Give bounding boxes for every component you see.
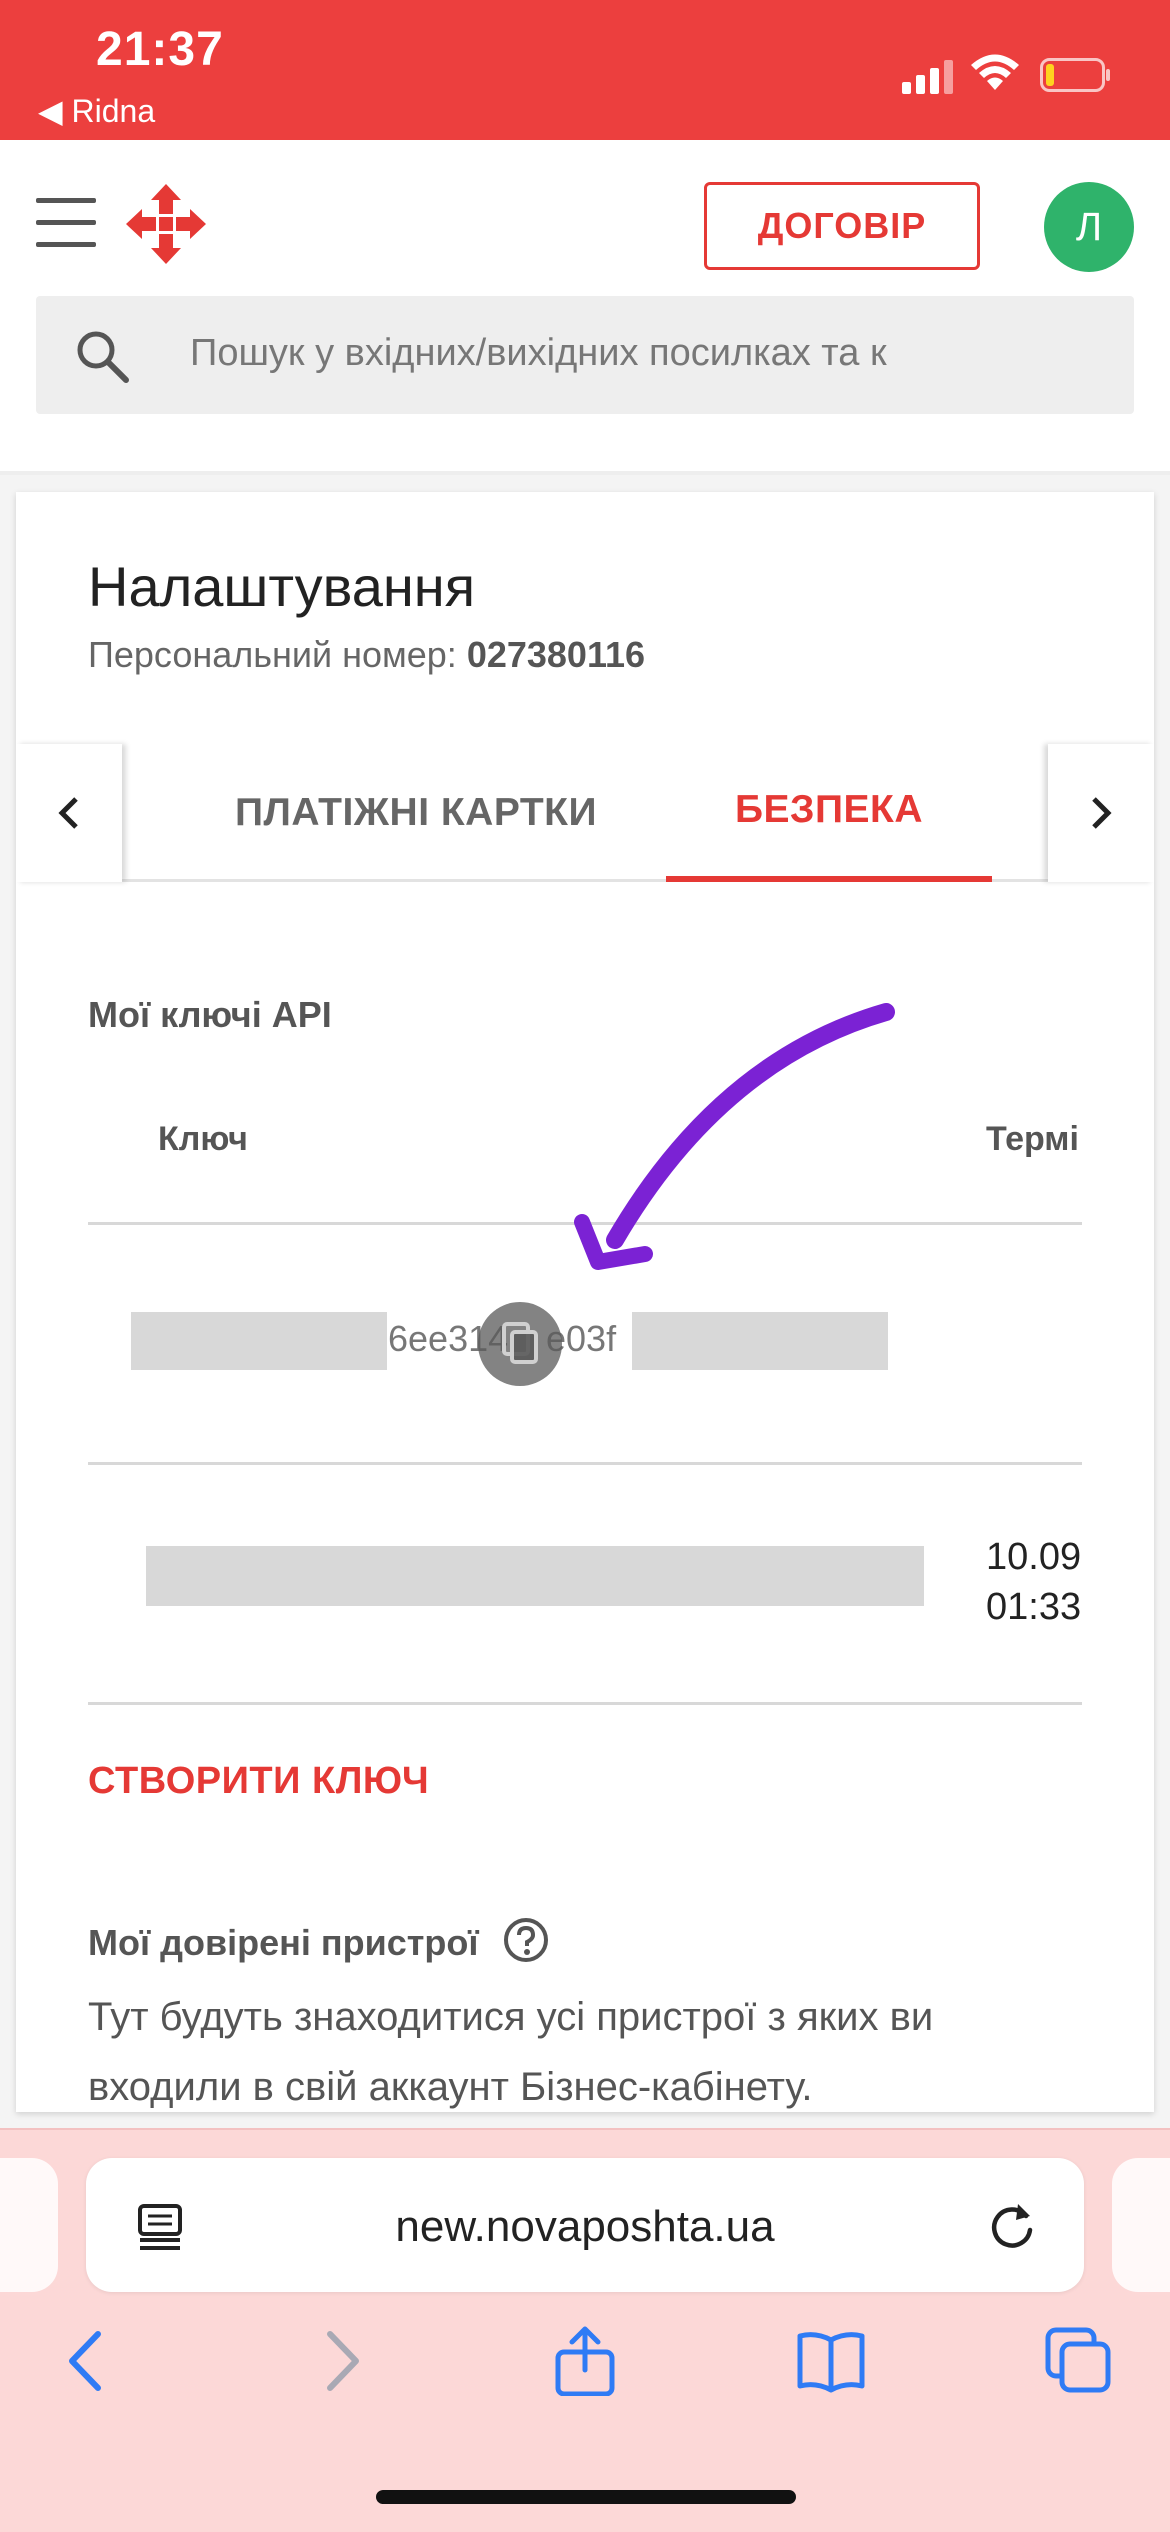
address-bar[interactable]: new.novaposhta.ua — [86, 2158, 1084, 2292]
avatar[interactable]: Л — [1044, 182, 1134, 272]
column-header-term: Термі — [986, 1120, 1079, 1158]
create-key-button[interactable]: СТВОРИТИ КЛЮЧ — [88, 1760, 429, 1803]
wifi-icon — [971, 54, 1019, 90]
personal-number: Персональний номер: 027380116 — [88, 634, 645, 676]
trusted-devices-heading: Мої довірені пристрої — [88, 1922, 479, 1963]
masked-key-right — [632, 1312, 888, 1370]
chevron-right-icon — [1092, 797, 1112, 829]
divider — [88, 1462, 1082, 1465]
trusted-devices-description: Тут будуть знаходитися усі пристрої з як… — [88, 1995, 934, 2109]
chevron-left-icon — [58, 797, 78, 829]
previous-tab-preview[interactable] — [0, 2158, 58, 2292]
key-term-date-line2: 01:33 — [986, 1586, 1082, 1628]
status-time: 21:37 — [96, 23, 224, 76]
contract-button[interactable]: ДОГОВІР — [704, 182, 980, 270]
key-term-date-line1: 10.09 — [986, 1536, 1082, 1578]
menu-icon[interactable] — [36, 198, 96, 248]
status-bar: 21:37 ◀ Ridna — [0, 0, 1170, 140]
search-input[interactable]: Пошук у вхідних/вихідних посилках та к — [190, 332, 1090, 375]
back-to-app-link[interactable]: ◀ Ridna — [38, 92, 155, 130]
column-header-key: Ключ — [158, 1120, 248, 1158]
personal-number-value: 027380116 — [466, 634, 646, 675]
key-term-date: 10.09 01:33 — [986, 1532, 1082, 1632]
copy-key-button[interactable] — [478, 1302, 562, 1386]
app-header: ДОГОВІР Л Пошук у вхідних/вихідних посил… — [0, 140, 1170, 475]
bookmarks-icon[interactable] — [796, 2326, 866, 2396]
tab-security[interactable]: БЕЗПЕКА — [666, 744, 992, 882]
tabs-scroll-right-button[interactable] — [1048, 744, 1154, 882]
api-keys-heading: Мої ключі API — [88, 994, 332, 1035]
home-indicator[interactable] — [376, 2490, 796, 2504]
browser-toolbar: new.novaposhta.ua — [0, 2128, 1170, 2532]
annotation-arrow-icon — [574, 1003, 895, 1270]
search-bar[interactable]: Пошук у вхідних/вихідних посилках та к — [36, 296, 1134, 414]
tabs-scroll-left-button[interactable] — [16, 744, 122, 882]
masked-key — [146, 1546, 924, 1606]
divider — [88, 1702, 1082, 1705]
screen: 21:37 ◀ Ridna ДОГОВІР Л Пошук у вхідних/… — [0, 0, 1170, 2532]
settings-tabs: ПЛАТІЖНІ КАРТКИ БЕЗПЕКА — [16, 744, 1154, 882]
back-icon[interactable] — [52, 2326, 122, 2396]
share-icon[interactable] — [550, 2326, 620, 2396]
nova-poshta-logo[interactable] — [126, 184, 206, 264]
battery-low-icon — [1040, 58, 1110, 92]
forward-icon[interactable] — [306, 2326, 376, 2396]
reload-icon[interactable] — [986, 2200, 1038, 2252]
search-icon — [77, 331, 129, 383]
url-text[interactable]: new.novaposhta.ua — [86, 2202, 1084, 2252]
cellular-signal-icon — [902, 60, 953, 94]
page-title: Налаштування — [88, 555, 476, 618]
masked-key-left — [131, 1312, 387, 1370]
help-icon[interactable] — [502, 1916, 550, 1964]
copy-icon — [502, 1322, 538, 1364]
settings-card: Налаштування Персональний номер: 0273801… — [16, 492, 1154, 2112]
tab-payment-cards[interactable]: ПЛАТІЖНІ КАРТКИ — [176, 744, 656, 882]
next-tab-preview[interactable] — [1112, 2158, 1170, 2292]
personal-number-label: Персональний номер: — [88, 634, 457, 675]
tabs-icon[interactable] — [1044, 2326, 1114, 2396]
